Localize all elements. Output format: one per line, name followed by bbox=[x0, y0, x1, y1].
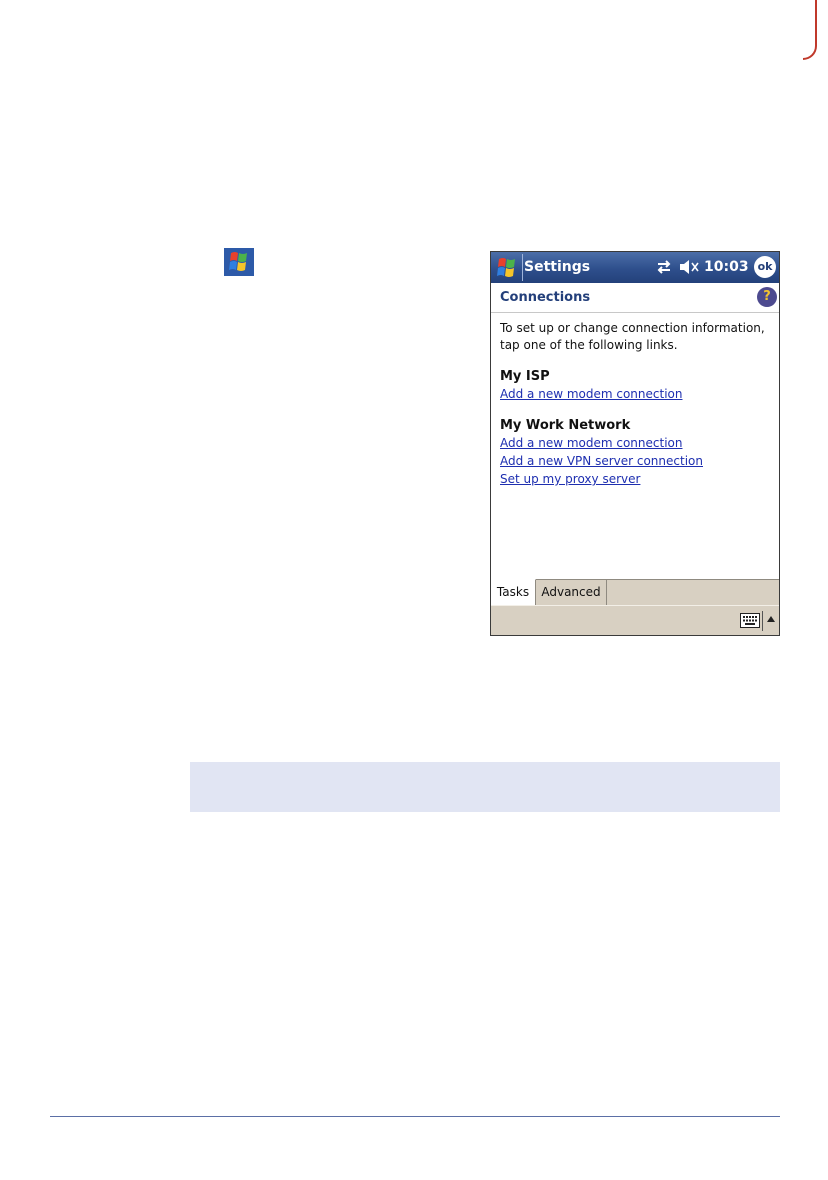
note-box bbox=[190, 762, 780, 812]
title-bar: Settings 10:03 ok bbox=[491, 252, 779, 283]
keyboard-icon[interactable] bbox=[740, 613, 760, 628]
link-work-add-vpn[interactable]: Add a new VPN server connection bbox=[500, 452, 772, 470]
link-isp-add-modem[interactable]: Add a new modem connection bbox=[500, 385, 772, 403]
menu-separator bbox=[762, 611, 763, 631]
tab-tasks[interactable]: Tasks bbox=[491, 579, 536, 605]
volume-muted-icon[interactable] bbox=[678, 258, 700, 276]
app-title: Settings bbox=[524, 259, 591, 275]
arrow-up-icon[interactable] bbox=[766, 615, 776, 623]
windows-start-icon bbox=[224, 248, 254, 276]
clock-time[interactable]: 10:03 bbox=[704, 259, 749, 275]
page-title: Connections bbox=[500, 290, 591, 305]
windows-start-icon[interactable] bbox=[494, 255, 520, 281]
menu-bar bbox=[491, 605, 779, 635]
connectivity-arrows-icon[interactable] bbox=[654, 258, 674, 276]
tab-bar: Tasks Advanced bbox=[491, 579, 779, 606]
tab-advanced[interactable]: Advanced bbox=[536, 579, 607, 605]
footer-rule bbox=[50, 1116, 780, 1117]
page-edge-tab-mark bbox=[803, 0, 817, 60]
help-icon[interactable]: ? bbox=[757, 287, 777, 307]
link-work-add-modem[interactable]: Add a new modem connection bbox=[500, 434, 772, 452]
link-work-proxy[interactable]: Set up my proxy server bbox=[500, 470, 772, 488]
section-title-my-isp: My ISP bbox=[500, 369, 550, 384]
connections-content: To set up or change connection informati… bbox=[500, 320, 772, 488]
pocket-pc-screen: Settings 10:03 ok Connections ? To set u… bbox=[490, 251, 780, 636]
title-separator bbox=[522, 254, 523, 281]
ok-button[interactable]: ok bbox=[754, 256, 776, 278]
intro-text: To set up or change connection informati… bbox=[500, 321, 765, 352]
section-title-my-work-network: My Work Network bbox=[500, 418, 631, 433]
page-header: Connections ? bbox=[491, 283, 779, 313]
